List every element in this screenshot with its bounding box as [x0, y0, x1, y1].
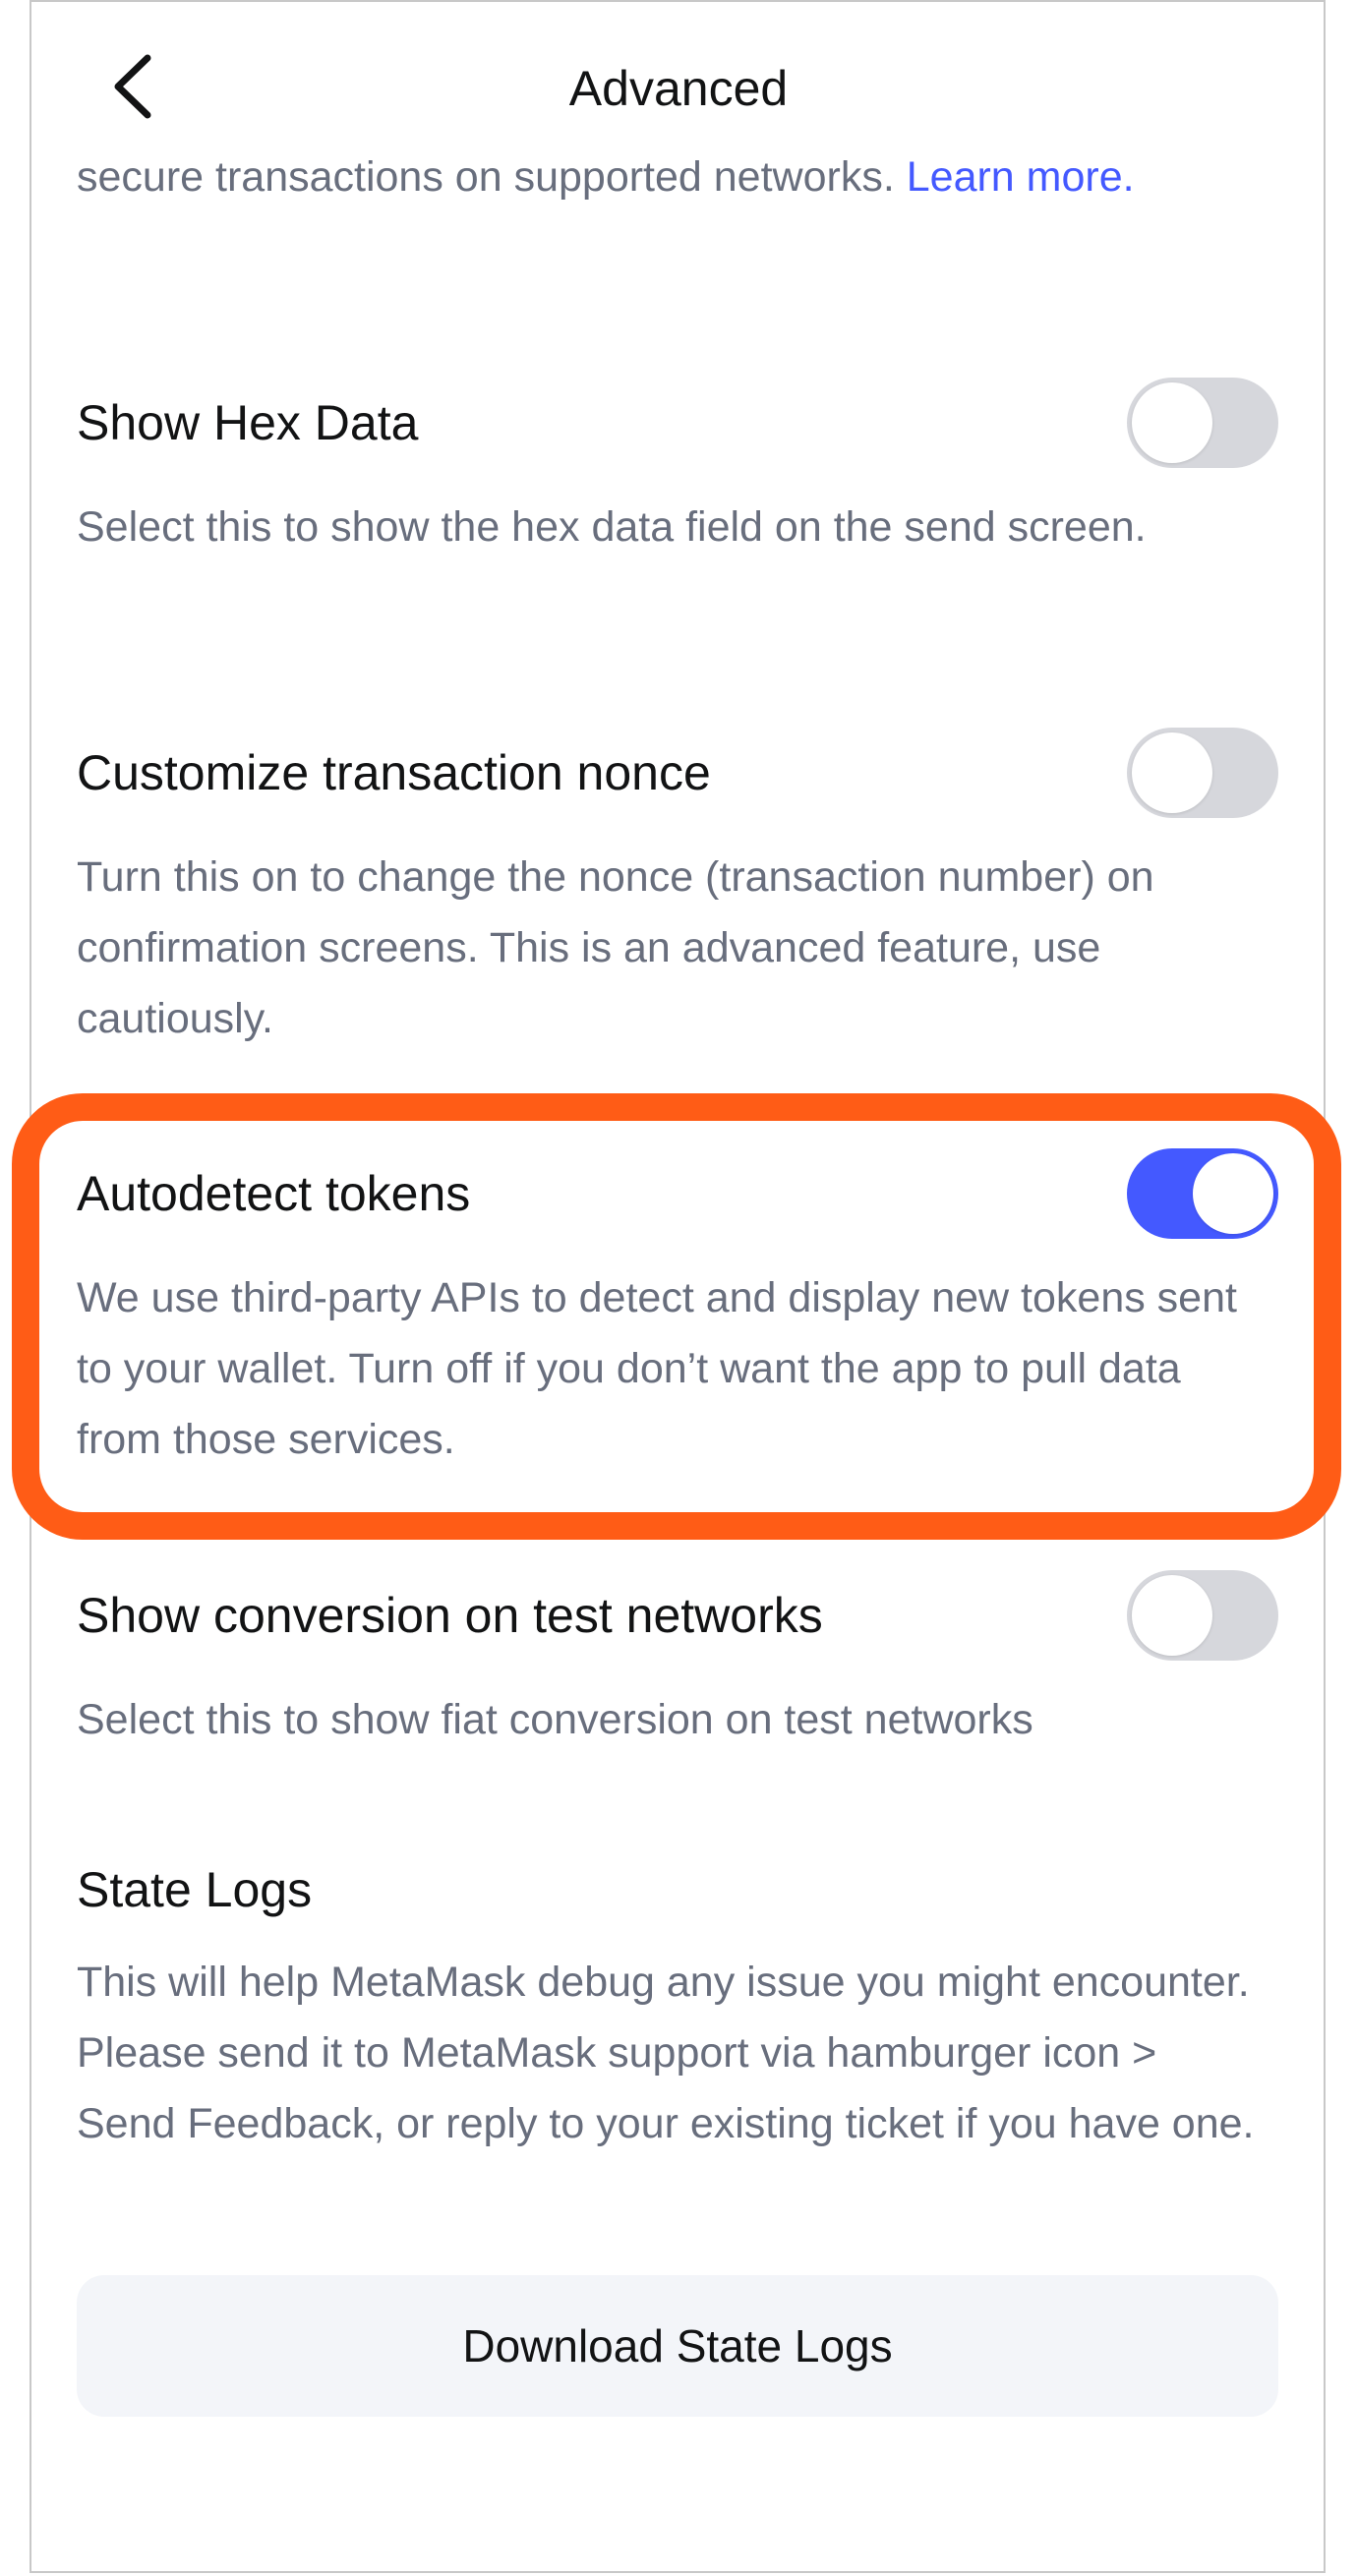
setting-desc-show-hex-data: Select this to show the hex data field o…	[77, 503, 1147, 551]
intro-description: secure transactions on supported network…	[77, 153, 907, 201]
toggle-knob	[1132, 1575, 1212, 1656]
state-logs-description: This will help MetaMask debug any issue …	[77, 1959, 1255, 2147]
intro-text: secure transactions on supported network…	[77, 142, 1296, 212]
toggle-knob	[1193, 1153, 1273, 1234]
setting-title-custom-nonce: Customize transaction nonce	[77, 745, 711, 800]
download-state-logs-button[interactable]: Download State Logs	[77, 2275, 1278, 2417]
test-network-conversion-toggle[interactable]	[1127, 1570, 1278, 1661]
autodetect-tokens-toggle[interactable]	[1127, 1148, 1278, 1239]
setting-desc-test-network-conversion: Select this to show fiat conversion on t…	[77, 1696, 1033, 1743]
toggle-knob	[1132, 382, 1212, 463]
toggle-knob	[1132, 732, 1212, 813]
learn-more-link[interactable]: Learn more.	[907, 153, 1135, 201]
show-hex-data-toggle[interactable]	[1127, 378, 1278, 468]
page-title: Advanced	[568, 61, 789, 116]
setting-desc-autodetect-tokens: We use third-party APIs to detect and di…	[77, 1274, 1237, 1463]
setting-title-autodetect-tokens: Autodetect tokens	[77, 1166, 471, 1221]
setting-desc-custom-nonce: Turn this on to change the nonce (transa…	[77, 853, 1154, 1042]
state-logs-title: State Logs	[77, 1862, 313, 1917]
setting-title-show-hex-data: Show Hex Data	[77, 395, 419, 450]
custom-nonce-toggle[interactable]	[1127, 728, 1278, 818]
setting-title-test-network-conversion: Show conversion on test networks	[77, 1588, 823, 1643]
